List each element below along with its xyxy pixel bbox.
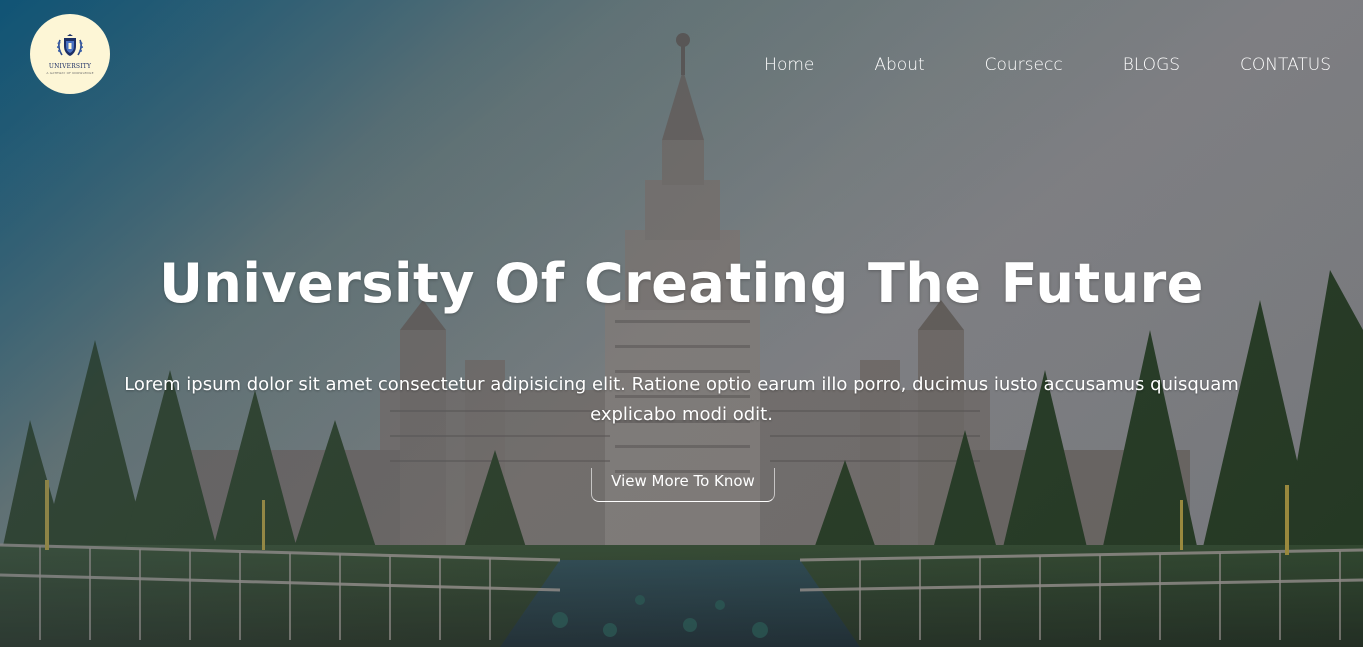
hero-section: UNIVERSITY A GATEWAY OF KNOWLEDGE Home A…: [0, 0, 1363, 647]
hero-content: University Of Creating The Future Lorem …: [0, 0, 1363, 647]
view-more-button[interactable]: View More To Know: [591, 468, 775, 502]
hero-title: University Of Creating The Future: [159, 252, 1204, 315]
hero-description: Lorem ipsum dolor sit amet consectetur a…: [124, 374, 1239, 425]
